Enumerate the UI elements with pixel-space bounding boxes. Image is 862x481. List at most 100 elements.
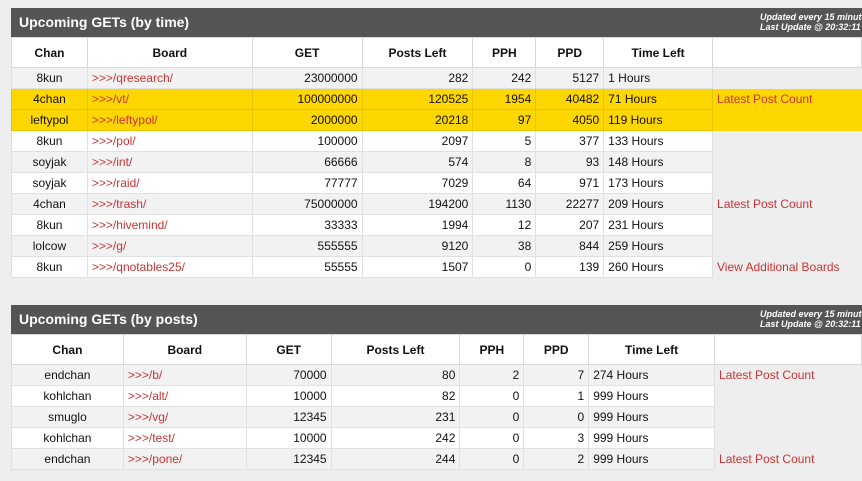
cell-board: >>>/trash/ [86,193,253,215]
cell-board: >>>/alt/ [122,385,247,407]
cell-board: >>>/int/ [86,151,253,173]
cell-posts-left: 242 [330,427,461,449]
cell-ppd: 4050 [535,109,605,131]
board-link[interactable]: >>>/raid/ [92,176,140,190]
col-header-get: GET [251,37,363,68]
cell-action [712,67,862,89]
cell-board: >>>/hivemind/ [86,214,253,236]
cell-action [714,427,862,449]
cell-time-left: 259 Hours [603,235,714,257]
cell-get: 75000000 [251,193,363,215]
cell-get: 33333 [251,214,363,236]
cell-action: Latest Post Count [712,88,862,110]
col-header-board: Board [86,37,253,68]
cell-time-left: 1 Hours [603,67,714,89]
cell-ppd: 971 [535,172,605,194]
cell-ppd: 207 [535,214,605,236]
cell-posts-left: 282 [361,67,474,89]
cell-pph: 1130 [472,193,537,215]
table-header-row: Chan Board GET Posts Left PPH PPD Time L… [11,37,862,68]
cell-chan: smuglo [11,406,124,428]
table-body: endchan >>>/b/70000 80 2 7 274 Hours Latest Po… [11,364,862,470]
table-row: endchan >>>/b/70000 80 2 7 274 Hours Latest Po… [11,364,862,386]
cell-action [712,172,862,194]
cell-posts-left: 574 [361,151,474,173]
cell-action [712,109,862,131]
latest-post-count-link[interactable]: Latest Post Count [719,452,814,466]
cell-get: 23000000 [251,67,363,89]
board-link[interactable]: >>>/qresearch/ [92,71,173,85]
col-header-actions [712,37,862,68]
cell-time-left: 119 Hours [603,109,714,131]
table-row: kohlchan >>>/test/10000 242 0 3 999 Hours [11,427,862,449]
update-frequency: Updated every 15 minutes [760,309,862,319]
col-header-ppd: PPD [523,334,590,365]
gets-table: Chan Board GET Posts Left PPH PPD Time L… [11,37,862,278]
table-row: 8kun >>>/hivemind/33333 1994 12 207 231 Hours [11,214,862,236]
table-row: 8kun >>>/qnotables25/55555 1507 0 139 260 Hou… [11,256,862,278]
cell-ppd: 377 [535,130,605,152]
board-link[interactable]: >>>/b/ [128,368,162,382]
cell-time-left: 999 Hours [588,448,716,470]
cell-action [714,406,862,428]
table-body: 8kun >>>/qresearch/23000000 282 242 5127 1 Ho… [11,67,862,278]
board-link[interactable]: >>>/vg/ [128,410,168,424]
update-frequency: Updated every 15 minutes [760,12,862,22]
col-header-time-left: Time Left [588,334,716,365]
cell-board: >>>/pone/ [122,448,247,470]
cell-chan: 8kun [11,214,88,236]
cell-posts-left: 7029 [361,172,474,194]
table-row: endchan >>>/pone/12345 244 0 2 999 Hours Lates… [11,448,862,470]
board-link[interactable]: >>>/g/ [92,239,126,253]
cell-get: 55555 [251,256,363,278]
cell-action: Latest Post Count [712,193,862,215]
board-link[interactable]: >>>/hivemind/ [92,218,168,232]
cell-chan: lolcow [11,235,88,257]
col-header-get: GET [245,334,332,365]
cell-chan: kohlchan [11,427,124,449]
cell-pph: 64 [472,172,537,194]
board-link[interactable]: >>>/trash/ [92,197,146,211]
col-header-pph: PPH [459,334,525,365]
board-link[interactable]: >>>/pol/ [92,134,136,148]
latest-post-count-link[interactable]: Latest Post Count [717,92,812,106]
table-row: lolcow >>>/g/555555 9120 38 844 259 Hours [11,235,862,257]
cell-get: 77777 [251,172,363,194]
cell-action [712,235,862,257]
board-link[interactable]: >>>/test/ [128,431,175,445]
cell-ppd: 844 [535,235,605,257]
cell-chan: 8kun [11,67,88,89]
board-link[interactable]: >>>/alt/ [128,389,168,403]
cell-pph: 0 [472,256,537,278]
board-link[interactable]: >>>/leftypol/ [92,113,158,127]
table-row: smuglo >>>/vg/12345 231 0 0 999 Hours [11,406,862,428]
cell-pph: 12 [472,214,537,236]
cell-pph: 2 [459,364,525,386]
upcoming-gets-by-posts-panel: Upcoming GETs (by posts) Updated every 1… [11,305,862,470]
board-link[interactable]: >>>/qnotables25/ [92,260,185,274]
cell-action [712,214,862,236]
board-link[interactable]: >>>/vt/ [92,92,129,106]
cell-time-left: 260 Hours [603,256,714,278]
col-header-actions [714,334,862,365]
latest-post-count-link[interactable]: Latest Post Count [717,197,812,211]
cell-pph: 0 [459,385,525,407]
cell-get: 12345 [245,448,332,470]
cell-chan: kohlchan [11,385,124,407]
board-link[interactable]: >>>/pone/ [128,452,182,466]
cell-posts-left: 1507 [361,256,474,278]
cell-chan: endchan [11,448,124,470]
latest-post-count-link[interactable]: Latest Post Count [719,368,814,382]
cell-pph: 0 [459,448,525,470]
cell-posts-left: 20218 [361,109,474,131]
cell-time-left: 133 Hours [603,130,714,152]
col-header-board: Board [122,334,247,365]
cell-chan: endchan [11,364,124,386]
view-additional-boards-link[interactable]: View Additional Boards [717,260,840,274]
table-header-row: Chan Board GET Posts Left PPH PPD Time L… [11,334,862,365]
board-link[interactable]: >>>/int/ [92,155,132,169]
cell-time-left: 999 Hours [588,427,716,449]
cell-action: Latest Post Count [714,364,862,386]
cell-time-left: 274 Hours [588,364,716,386]
update-info: Updated every 15 minutes Last Update @ 2… [760,12,862,32]
